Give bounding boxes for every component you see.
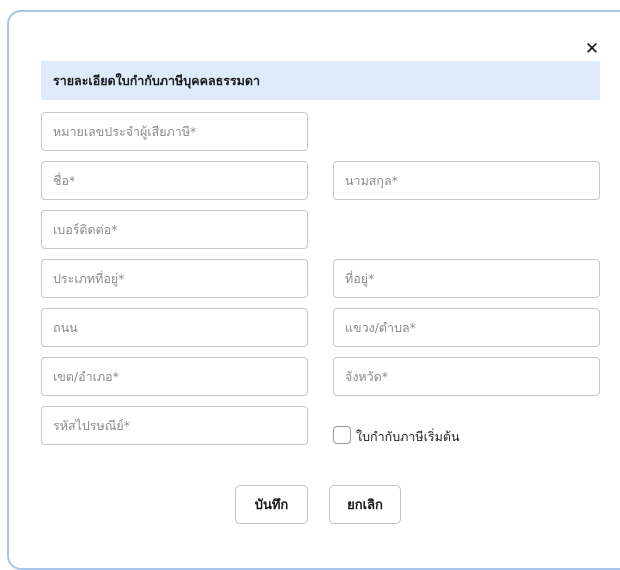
close-icon[interactable]: ✕ bbox=[583, 40, 601, 58]
last-name-input[interactable] bbox=[333, 161, 600, 200]
subdistrict-input[interactable] bbox=[333, 308, 600, 347]
district-input[interactable] bbox=[41, 357, 308, 396]
province-input[interactable] bbox=[333, 357, 600, 396]
save-button[interactable]: บันทึก bbox=[235, 485, 308, 524]
default-invoice-checkbox[interactable] bbox=[333, 426, 351, 444]
default-invoice-option[interactable]: ใบกำกับภาษีเริ่มต้น bbox=[333, 424, 460, 446]
section-title: รายละเอียดใบกำกับภาษีบุคคลธรรมดา bbox=[41, 61, 600, 100]
address-input[interactable] bbox=[333, 259, 600, 298]
road-input[interactable] bbox=[41, 308, 308, 347]
cancel-button[interactable]: ยกเลิก bbox=[329, 485, 401, 524]
address-type-input[interactable] bbox=[41, 259, 308, 298]
first-name-input[interactable] bbox=[41, 161, 308, 200]
tax-id-input[interactable] bbox=[41, 112, 308, 151]
postal-code-input[interactable] bbox=[41, 406, 308, 445]
phone-input[interactable] bbox=[41, 210, 308, 249]
default-invoice-label: ใบกำกับภาษีเริ่มต้น bbox=[356, 429, 460, 444]
